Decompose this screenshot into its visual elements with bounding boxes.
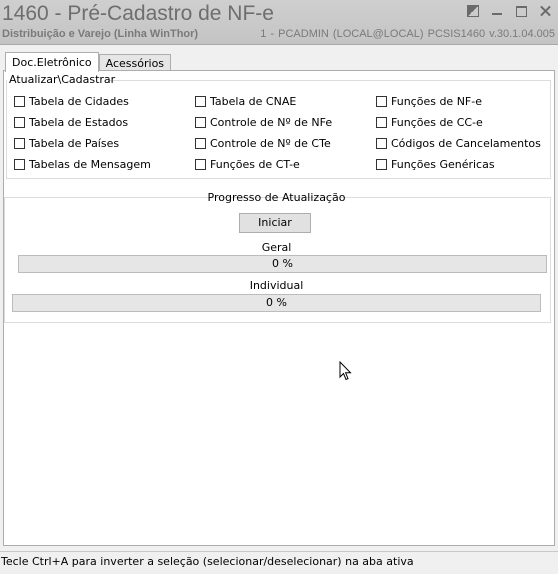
checkbox-label: Funções de NF-e [391,95,482,108]
checkbox-funcoes-cce[interactable]: Funções de CC-e [376,116,483,129]
checkbox-box[interactable] [195,96,206,107]
checkbox-label: Tabelas de Mensagem [29,158,151,171]
checkbox-box[interactable] [376,96,387,107]
group-divider [108,80,550,81]
checkbox-label: Tabela de Estados [29,116,129,129]
group-title: Atualizar\Cadastrar [9,73,116,86]
maximize-icon[interactable] [514,4,528,18]
window-title: 1460 - Pré-Cadastro de NF-e [2,2,274,25]
general-progress-bar: 0 % [18,255,547,273]
checkbox-funcoes-nfe[interactable]: Funções de NF-e [376,95,482,108]
tab-panel: Atualizar\Cadastrar Tabela de Cidades Ta… [3,70,555,546]
mouse-cursor-icon [339,361,352,381]
checkbox-codigos-cancelamentos[interactable]: Códigos de Cancelamentos [376,137,541,150]
checkbox-label: Tabela de Países [29,137,120,150]
checkbox-box[interactable] [14,138,25,149]
checkbox-box[interactable] [14,96,25,107]
progress-title: Progresso de Atualização [207,191,346,204]
checkbox-label: Funções Genéricas [391,158,495,171]
checkbox-tabelas-mensagem[interactable]: Tabelas de Mensagem [14,158,151,171]
status-bar: Tecle Ctrl+A para inverter a seleção (se… [0,551,558,572]
window-controls [466,4,552,18]
checkbox-label: Funções de CC-e [391,116,483,129]
checkbox-box[interactable] [14,117,25,128]
general-progress-text: 0 % [272,257,293,270]
checkbox-funcoes-genericas[interactable]: Funções Genéricas [376,158,495,171]
general-label: Geral [261,241,292,254]
checkbox-controle-nfe[interactable]: Controle de Nº de NFe [195,116,332,129]
window-subtitle: Distribuição e Varejo (Linha WinThor) [2,28,199,40]
tab-doc-eletronico[interactable]: Doc.Eletrônico [5,52,99,72]
checkbox-box[interactable] [195,117,206,128]
checkbox-box[interactable] [14,159,25,170]
checkbox-label: Controle de Nº de NFe [210,116,333,129]
checkbox-tabela-cidades[interactable]: Tabela de Cidades [14,95,129,108]
individual-progress-text: 0 % [266,296,287,309]
close-icon[interactable] [538,4,552,18]
start-button[interactable]: Iniciar [239,213,311,233]
session-info: 1 - PCADMIN (LOCAL@LOCAL) PCSIS1460 v.30… [260,28,555,40]
checkbox-funcoes-cte[interactable]: Funções de CT-e [195,158,300,171]
individual-label: Individual [249,279,304,292]
checkbox-controle-cte[interactable]: Controle de Nº de CTe [195,137,331,150]
checkbox-tabela-estados[interactable]: Tabela de Estados [14,116,128,129]
checkbox-label: Tabela de Cidades [29,95,129,108]
checkbox-box[interactable] [376,159,387,170]
checkbox-box[interactable] [376,117,387,128]
checkbox-tabela-cnae[interactable]: Tabela de CNAE [195,95,296,108]
individual-progress-bar: 0 % [12,294,541,312]
checkbox-label: Funções de CT-e [210,158,300,171]
checkbox-box[interactable] [376,138,387,149]
minimize-icon[interactable] [490,4,504,18]
checkbox-label: Tabela de CNAE [210,95,297,108]
restore-icon[interactable] [466,4,480,18]
checkbox-box[interactable] [195,138,206,149]
title-bar: 1460 - Pré-Cadastro de NF-e Distribuição… [0,0,558,45]
checkbox-tabela-paises[interactable]: Tabela de Países [14,137,119,150]
checkbox-label: Códigos de Cancelamentos [391,137,541,150]
checkbox-box[interactable] [195,159,206,170]
tab-strip: Doc.Eletrônico Acessórios [5,52,172,72]
checkbox-label: Controle de Nº de CTe [210,137,331,150]
